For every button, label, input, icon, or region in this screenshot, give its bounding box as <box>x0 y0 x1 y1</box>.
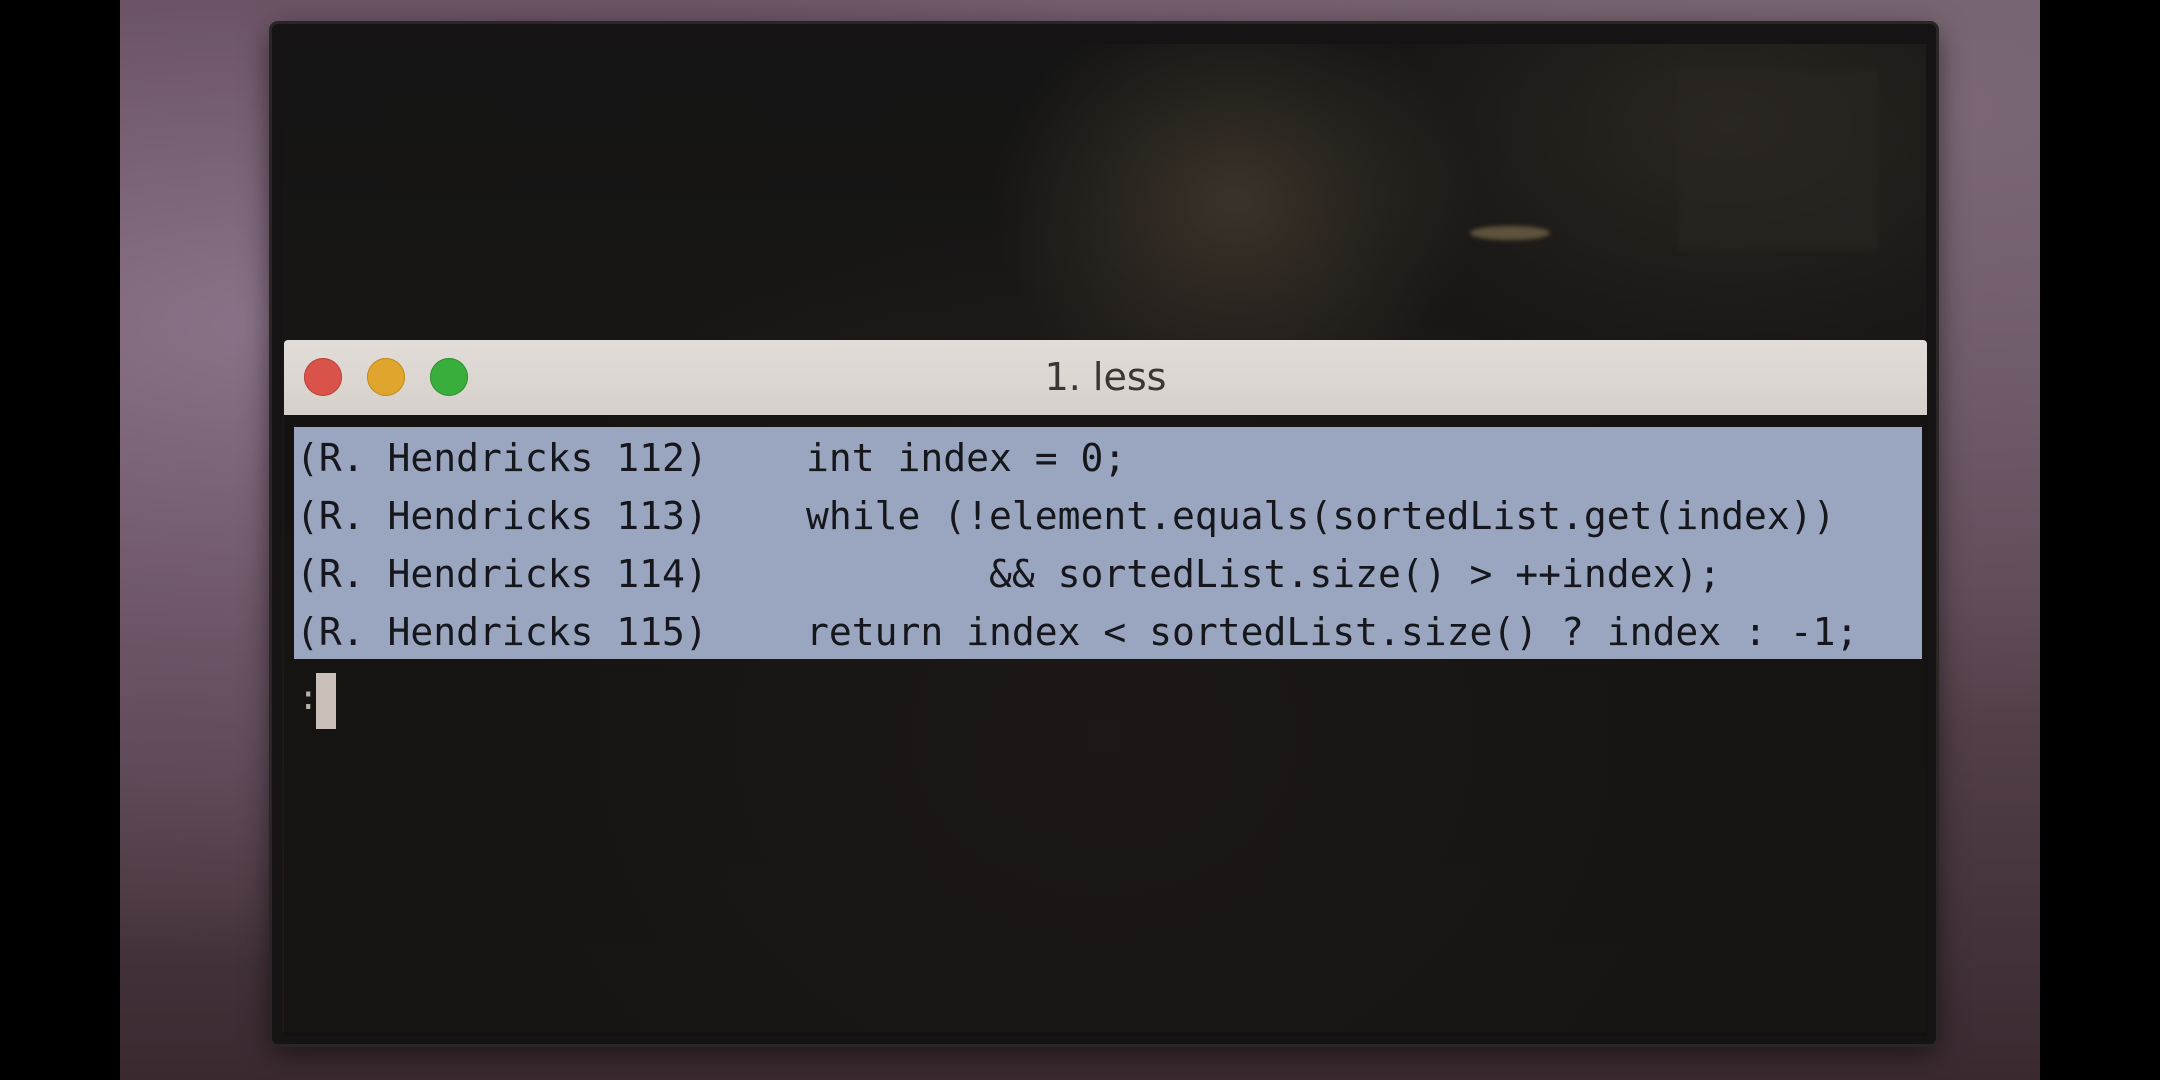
code-text: while (!element.equals(sortedList.get(in… <box>806 494 1836 538</box>
window-titlebar[interactable]: 1. less <box>284 340 1927 415</box>
blame-annotation: (R. Hendricks 112) <box>296 436 708 480</box>
blame-annotation: (R. Hendricks 115) <box>296 610 708 654</box>
code-line-113[interactable]: (R. Hendricks 113) while (!element.equals… <box>296 487 1836 545</box>
screen-reflection <box>1470 226 1550 240</box>
photo-stage: 1. less (R. Hendricks 112) int index = 0;… <box>0 0 2160 1080</box>
window-title: 1. less <box>1044 355 1167 399</box>
code-text: && sortedList.size() > ++index); <box>806 552 1722 596</box>
code-text: int index = 0; <box>806 436 1127 480</box>
code-line-112[interactable]: (R. Hendricks 112) int index = 0; <box>296 429 1126 487</box>
code-line-114[interactable]: (R. Hendricks 114) && sortedList.size() … <box>296 545 1721 603</box>
terminal-body[interactable]: (R. Hendricks 112) int index = 0; (R. Hen… <box>284 415 1927 1036</box>
blame-annotation: (R. Hendricks 114) <box>296 552 708 596</box>
terminal-window: 1. less (R. Hendricks 112) int index = 0;… <box>284 340 1927 1036</box>
screen-reflection-window <box>1678 70 1878 250</box>
text-cursor <box>316 673 336 729</box>
blame-annotation: (R. Hendricks 113) <box>296 494 708 538</box>
code-text: return index < sortedList.size() ? index… <box>806 610 1859 654</box>
code-line-115[interactable]: (R. Hendricks 115) return index < sortedL… <box>296 603 1858 661</box>
